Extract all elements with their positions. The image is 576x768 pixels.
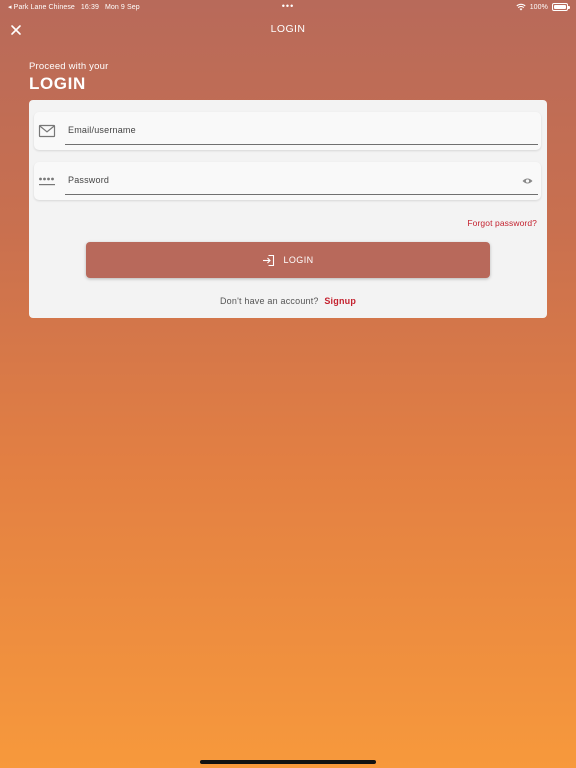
heading-subtitle: Proceed with your (29, 61, 109, 72)
signup-prompt: Don't have an account? (219, 296, 319, 306)
battery-percent: 100% (529, 3, 548, 11)
multitasking-dots[interactable]: ••• (282, 1, 294, 11)
back-app-label: Park Lane Chinese (13, 4, 75, 11)
status-date: Mon 9 Sep (104, 3, 140, 11)
back-to-app-link[interactable]: ◂ Park Lane Chinese (8, 3, 75, 11)
battery-icon (552, 3, 570, 11)
mail-icon (38, 124, 56, 138)
status-time: 16:39 (80, 3, 99, 11)
login-button-label: LOGIN (283, 255, 314, 265)
home-indicator[interactable] (200, 760, 376, 764)
status-bar: ◂ Park Lane Chinese 16:39 Mon 9 Sep ••• … (0, 0, 576, 14)
password-placeholder: Password (68, 175, 110, 185)
password-underline (65, 194, 538, 195)
forgot-password-link[interactable]: Forgot password? (467, 218, 537, 228)
email-underline (65, 144, 538, 145)
signup-row: Don't have an account? Signup (29, 296, 547, 306)
login-button[interactable]: LOGIN (86, 242, 490, 278)
wifi-icon (516, 3, 526, 11)
password-field[interactable]: Password (34, 162, 541, 200)
login-card: Email/username Password Forgot password?… (29, 100, 547, 318)
page-title: LOGIN (29, 74, 86, 93)
password-dots-icon (39, 177, 55, 186)
status-left: ◂ Park Lane Chinese 16:39 Mon 9 Sep (8, 3, 140, 12)
heading-block: Proceed with your LOGIN (29, 61, 108, 94)
email-field[interactable]: Email/username (34, 112, 541, 150)
nav-bar: LOGIN (0, 18, 576, 42)
nav-title: LOGIN (270, 23, 306, 35)
email-placeholder: Email/username (68, 125, 136, 135)
sign-in-icon (263, 254, 275, 266)
eye-icon[interactable] (522, 176, 533, 186)
status-right: 100% (516, 3, 570, 11)
signup-link[interactable]: Signup (324, 296, 356, 306)
